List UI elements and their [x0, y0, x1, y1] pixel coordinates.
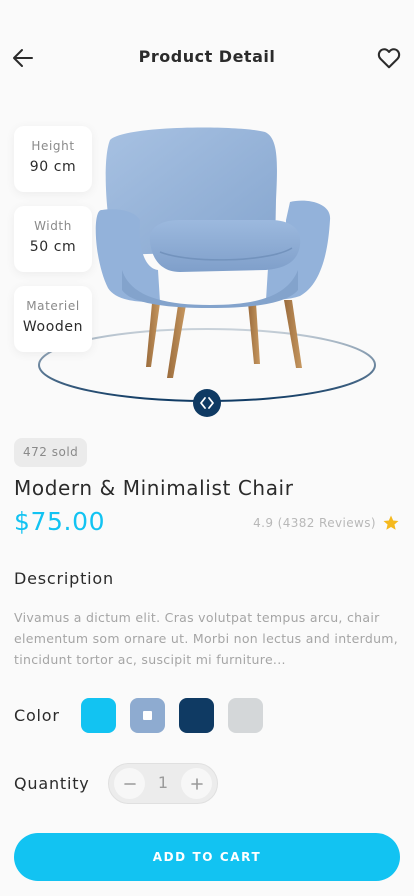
color-swatch-cyan[interactable]	[81, 698, 116, 733]
product-rating[interactable]: 4.9 (4382 Reviews)	[253, 514, 400, 532]
page-title: Product Detail	[138, 47, 276, 66]
spec-value: 50 cm	[29, 239, 77, 255]
spec-label: Materiel	[26, 299, 80, 313]
favorite-button[interactable]	[376, 45, 402, 71]
spec-value: Wooden	[22, 319, 84, 335]
add-to-cart-button[interactable]: ADD TO CART	[14, 833, 400, 881]
quantity-title: Quantity	[14, 774, 90, 793]
spec-value: 90 cm	[29, 159, 77, 175]
heart-outline-icon	[377, 48, 401, 69]
spec-material: Materiel Wooden	[14, 286, 92, 352]
selected-indicator-icon	[143, 711, 152, 720]
spec-label: Height	[31, 139, 75, 153]
rating-text: 4.9 (4382 Reviews)	[253, 516, 376, 530]
plus-icon	[190, 777, 203, 790]
sold-count-badge: 472 sold	[14, 438, 88, 467]
product-name: Modern & Minimalist Chair	[14, 476, 294, 500]
color-swatch-light-blue[interactable]	[130, 698, 165, 733]
description-text: Vivamus a dictum elit. Cras volutpat tem…	[14, 610, 399, 667]
top-bar: Product Detail	[0, 36, 414, 80]
product-price: $75.00	[14, 507, 106, 536]
spec-label: Width	[34, 219, 72, 233]
rotate-left-right-icon	[200, 397, 214, 409]
quantity-stepper: 1	[108, 763, 218, 804]
star-icon	[383, 515, 399, 530]
rotate-view-button[interactable]	[193, 389, 221, 417]
color-swatch-navy[interactable]	[179, 698, 214, 733]
color-title: Color	[14, 706, 60, 725]
color-swatch-gray[interactable]	[228, 698, 263, 733]
description-title: Description	[14, 569, 114, 588]
spec-width: Width 50 cm	[14, 206, 92, 272]
increase-quantity-button[interactable]	[181, 768, 212, 799]
spec-height: Height 90 cm	[14, 126, 92, 192]
